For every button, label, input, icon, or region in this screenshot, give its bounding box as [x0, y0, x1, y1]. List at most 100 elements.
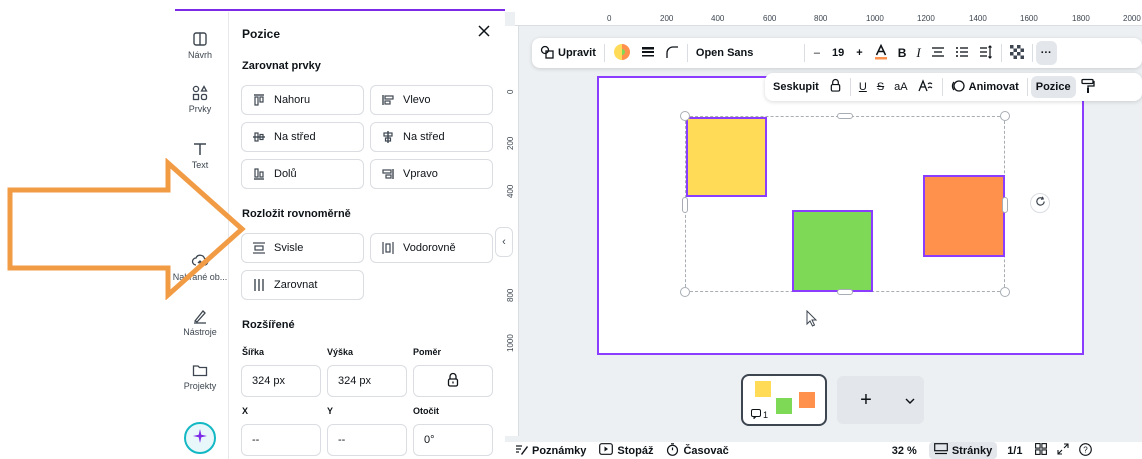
- add-page-button[interactable]: +: [837, 389, 895, 412]
- font-size-input[interactable]: 19: [826, 38, 850, 68]
- thumb-yellow-square: [755, 381, 771, 397]
- list-button[interactable]: [950, 38, 974, 68]
- add-page-menu-button[interactable]: [895, 391, 924, 409]
- ruler-tick-label: 800: [814, 14, 828, 23]
- border-style-icon: [641, 45, 655, 62]
- align-center-label: Na střed: [403, 131, 445, 143]
- color-button[interactable]: [608, 38, 636, 68]
- resize-handle-top-left[interactable]: [680, 111, 690, 121]
- resize-handle-bottom[interactable]: [837, 289, 853, 295]
- font-size-increase-button[interactable]: +: [850, 38, 868, 68]
- font-family-value: Open Sans: [695, 47, 754, 59]
- rail-item-elements[interactable]: Prvky: [172, 84, 228, 114]
- pages-icon: [933, 443, 948, 458]
- color-swatch-icon: [613, 43, 631, 64]
- page-comment-badge: 1: [751, 409, 768, 421]
- tools-icon: [191, 307, 209, 325]
- lock-button[interactable]: [824, 72, 847, 102]
- folder-icon: [191, 361, 209, 379]
- height-field[interactable]: 324 px: [327, 365, 407, 397]
- page-thumbnail[interactable]: 1: [741, 374, 827, 426]
- group-label: Seskupit: [773, 81, 819, 93]
- rail-item-projects[interactable]: Projekty: [172, 361, 228, 391]
- height-label: Výška: [327, 347, 354, 357]
- resize-handle-left[interactable]: [682, 197, 688, 213]
- help-button[interactable]: ?: [1074, 442, 1097, 459]
- elements-icon: [191, 84, 209, 102]
- resize-handle-bottom-right[interactable]: [1000, 287, 1010, 297]
- position-panel: Pozice Zarovnat prvky Nahoru Vlevo Na st…: [228, 12, 505, 459]
- align-middle-button[interactable]: Na střed: [241, 122, 364, 152]
- transparency-icon: [1009, 44, 1024, 62]
- collapse-panel-button[interactable]: ‹: [495, 227, 513, 257]
- font-size-decrease-button[interactable]: –: [808, 38, 826, 68]
- text-align-button[interactable]: [926, 38, 950, 68]
- rail-item-design[interactable]: Návrh: [172, 30, 228, 60]
- page-number: 1: [763, 410, 769, 420]
- rail-item-label: Návrh: [187, 50, 212, 60]
- align-center-button[interactable]: Na střed: [370, 122, 493, 152]
- align-left-button[interactable]: Vlevo: [370, 85, 493, 115]
- lock-icon: [829, 78, 842, 96]
- resize-handle-top[interactable]: [837, 113, 853, 119]
- animate-button[interactable]: Animovat: [946, 72, 1024, 102]
- green-square[interactable]: [792, 210, 873, 292]
- timer-button[interactable]: Časovač: [658, 442, 733, 459]
- resize-handle-top-right[interactable]: [1000, 111, 1010, 121]
- zoom-level[interactable]: 32 %: [892, 445, 917, 457]
- footage-button[interactable]: Stopáž: [591, 442, 658, 459]
- strikethrough-button[interactable]: S: [872, 72, 889, 102]
- separator: [941, 78, 943, 96]
- canva-editor: Návrh Prvky Text Nahrané ob... Nástroje …: [0, 0, 1142, 459]
- corner-rounding-button[interactable]: [660, 38, 684, 68]
- text-color-button[interactable]: [869, 38, 893, 68]
- resize-handle-bottom-left[interactable]: [680, 287, 690, 297]
- x-field[interactable]: --: [241, 424, 321, 456]
- lock-ratio-button[interactable]: [413, 365, 493, 397]
- close-panel-button[interactable]: [475, 24, 493, 42]
- ruler-tick-label: 1400: [969, 14, 987, 23]
- annotation-arrow-icon: [7, 158, 246, 300]
- notes-button[interactable]: Poznámky: [505, 442, 591, 459]
- pages-button[interactable]: Stránky: [928, 442, 998, 459]
- text-effects-button[interactable]: [913, 72, 939, 102]
- ruler-tick-label: 0: [607, 14, 612, 23]
- fullscreen-button[interactable]: [1052, 442, 1074, 459]
- grid-view-button[interactable]: [1030, 442, 1052, 459]
- align-bottom-button[interactable]: Dolů: [241, 159, 364, 189]
- distribute-horizontal-button[interactable]: Vodorovně: [370, 233, 493, 263]
- magic-ai-button[interactable]: [184, 422, 216, 454]
- text-color-icon: [874, 43, 888, 63]
- timer-label: Časovač: [683, 444, 729, 457]
- letter-case-button[interactable]: aA: [889, 72, 912, 102]
- edit-button[interactable]: Upravit: [532, 38, 601, 68]
- distribute-vertical-button[interactable]: Svisle: [241, 233, 364, 263]
- underline-button[interactable]: U: [854, 72, 872, 102]
- animate-label: Animovat: [968, 81, 1019, 93]
- transparency-button[interactable]: [1005, 38, 1029, 68]
- rail-item-tools[interactable]: Nástroje: [172, 307, 228, 337]
- resize-handle-right[interactable]: [1002, 197, 1008, 213]
- tidy-up-button[interactable]: Zarovnat: [241, 270, 364, 300]
- separator: [849, 78, 851, 96]
- more-options-button[interactable]: ···: [1035, 41, 1057, 65]
- width-field[interactable]: 324 px: [241, 365, 321, 397]
- align-top-button[interactable]: Nahoru: [241, 85, 364, 115]
- italic-button[interactable]: I: [911, 38, 925, 68]
- group-button[interactable]: Seskupit: [765, 72, 824, 102]
- align-right-button[interactable]: Vpravo: [370, 159, 493, 189]
- font-family-select[interactable]: Open Sans: [691, 38, 801, 68]
- rotate-handle[interactable]: [1030, 193, 1050, 213]
- orange-square[interactable]: [923, 175, 1005, 257]
- yellow-square[interactable]: [686, 117, 767, 197]
- border-style-button[interactable]: [636, 38, 660, 68]
- separator: [603, 44, 605, 62]
- rotate-field[interactable]: 0°: [413, 424, 493, 456]
- copy-style-button[interactable]: [1076, 72, 1100, 102]
- footage-icon: [599, 443, 614, 458]
- minus-icon: –: [813, 47, 821, 59]
- y-field[interactable]: --: [327, 424, 407, 456]
- spacing-button[interactable]: [974, 38, 998, 68]
- bold-button[interactable]: B: [893, 38, 912, 68]
- position-button[interactable]: Pozice: [1030, 76, 1076, 98]
